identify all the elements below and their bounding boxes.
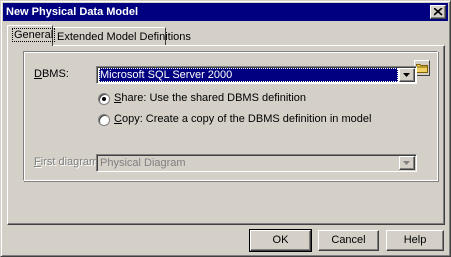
chevron-down-icon — [403, 73, 410, 77]
first-diagram-select[interactable]: Physical Diagram — [96, 154, 417, 172]
dbms-selected-value: Microsoft SQL Server 2000 — [99, 68, 398, 82]
dbms-label: DBMS: — [34, 68, 69, 80]
dbms-dropdown-button[interactable] — [399, 68, 415, 82]
dialog-window: New Physical Data Model General Extended… — [0, 0, 451, 257]
tab-extended-model-definitions[interactable]: Extended Model Definitions — [52, 27, 191, 46]
help-button[interactable]: Help — [386, 230, 444, 251]
share-radio-label[interactable]: Share: Use the shared DBMS definition — [114, 92, 306, 104]
options-group: DBMS: Microsoft SQL Server 2000 Share: U… — [23, 51, 438, 181]
close-button[interactable] — [430, 5, 446, 19]
first-diagram-dropdown-button[interactable] — [399, 156, 415, 170]
window-title: New Physical Data Model — [6, 6, 139, 18]
dbms-select[interactable]: Microsoft SQL Server 2000 — [96, 66, 417, 84]
ok-button[interactable]: OK — [249, 229, 312, 252]
first-diagram-label: First diagram: — [34, 156, 102, 168]
first-diagram-value: Physical Diagram — [100, 157, 186, 169]
tab-general[interactable]: General — [7, 25, 56, 46]
tab-panel-general: DBMS: Microsoft SQL Server 2000 Share: U… — [7, 45, 445, 225]
copy-radio[interactable] — [98, 114, 110, 126]
cancel-button[interactable]: Cancel — [318, 230, 379, 251]
tab-general-label: General — [12, 28, 56, 42]
tab-extended-label: Extended Model Definitions — [57, 31, 191, 43]
close-icon — [434, 8, 443, 16]
copy-radio-label[interactable]: Copy: Create a copy of the DBMS definiti… — [114, 113, 371, 125]
share-radio[interactable] — [98, 93, 110, 105]
chevron-down-icon — [403, 161, 410, 165]
title-bar[interactable]: New Physical Data Model — [3, 3, 448, 21]
